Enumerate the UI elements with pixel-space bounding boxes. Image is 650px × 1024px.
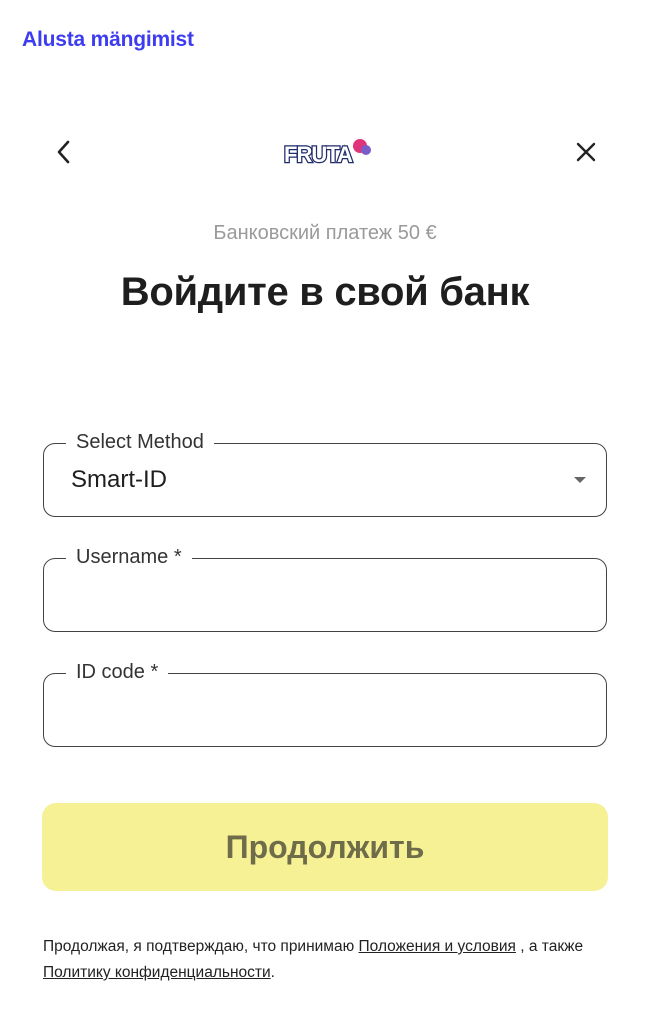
back-button[interactable] — [44, 132, 84, 172]
username-field: Username * — [43, 543, 607, 632]
terms-link[interactable]: Положения и условия — [359, 938, 516, 955]
close-icon — [576, 142, 596, 162]
id-code-label: ID code * — [66, 658, 169, 686]
dropdown-arrow-icon — [574, 477, 586, 483]
id-code-field: ID code * — [43, 658, 607, 747]
page-title: Войдите в свой банк — [120, 270, 530, 314]
method-select-label: Select Method — [66, 428, 214, 456]
fruta-logo: FRUTA — [280, 132, 376, 172]
close-button[interactable] — [566, 132, 606, 172]
username-input[interactable] — [64, 573, 588, 619]
logo-icon: FRUTA — [283, 139, 371, 168]
start-playing-link[interactable]: Alusta mängimist — [22, 28, 194, 52]
id-code-input[interactable] — [64, 688, 588, 734]
username-label: Username * — [66, 543, 192, 571]
legal-text-after: . — [270, 964, 275, 981]
privacy-policy-link[interactable]: Политику конфиденциальности — [43, 964, 271, 981]
legal-text-before: Продолжая, я подтверждаю, что принимаю — [43, 938, 359, 955]
top-navigation: FRUTA — [0, 128, 650, 176]
method-select[interactable]: Select Method Smart-ID — [43, 428, 607, 517]
payment-subtitle: Банковский платеж 50 € — [213, 222, 437, 244]
legal-text-middle: , а также — [515, 938, 584, 955]
legal-notice: Продолжая, я подтверждаю, что принимаю П… — [43, 934, 623, 986]
continue-button[interactable]: Продолжить — [42, 803, 608, 891]
method-select-value: Smart-ID — [71, 466, 167, 493]
chevron-left-icon — [57, 140, 70, 164]
logo-text: FRUTA — [284, 142, 353, 167]
